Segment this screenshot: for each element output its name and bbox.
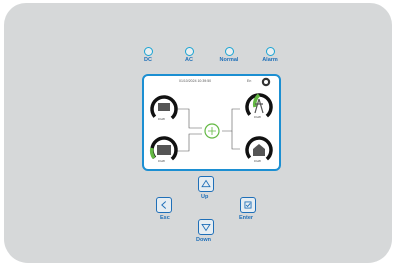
normal-label: Normal	[219, 57, 239, 63]
battery-value: 0 kW	[158, 159, 165, 163]
dc-indicator: DC	[136, 47, 160, 63]
enter-label: Enter	[239, 215, 254, 221]
down-button[interactable]	[198, 219, 214, 235]
house-icon	[253, 144, 265, 156]
battery-icon	[157, 145, 171, 155]
alarm-led-icon	[265, 47, 275, 56]
alarm-label: Alarm	[262, 57, 278, 63]
normal-led-icon	[224, 47, 234, 56]
ac-label: AC	[185, 57, 193, 63]
grid-value: 0 kW	[254, 115, 261, 119]
checkbox-icon	[244, 201, 252, 209]
enter-button[interactable]	[240, 197, 256, 213]
down-label: Down	[196, 237, 211, 243]
ac-indicator: AC	[177, 47, 201, 63]
triangle-down-icon	[201, 223, 211, 232]
alarm-indicator: Alarm	[258, 47, 282, 63]
solar-panel-icon	[158, 103, 170, 111]
esc-button[interactable]	[156, 197, 172, 213]
pv-value: 0 kW	[158, 117, 165, 121]
lcd-screen: 01/10/2024 10:39:50 En 0 kW 0 kW 0 kW 0 …	[142, 74, 281, 171]
chevron-left-icon	[161, 201, 167, 209]
normal-indicator: Normal	[217, 47, 241, 63]
control-panel: DC AC Normal Alarm 01/10/2024 10:39:50 E…	[4, 3, 392, 263]
dc-led-icon	[143, 47, 153, 56]
ac-led-icon	[184, 47, 194, 56]
load-value: 0 kW	[254, 159, 261, 163]
dc-label: DC	[144, 57, 152, 63]
up-label: Up	[201, 194, 209, 200]
triangle-up-icon	[201, 179, 211, 188]
up-button[interactable]	[198, 176, 214, 192]
esc-label: Esc	[160, 215, 170, 221]
